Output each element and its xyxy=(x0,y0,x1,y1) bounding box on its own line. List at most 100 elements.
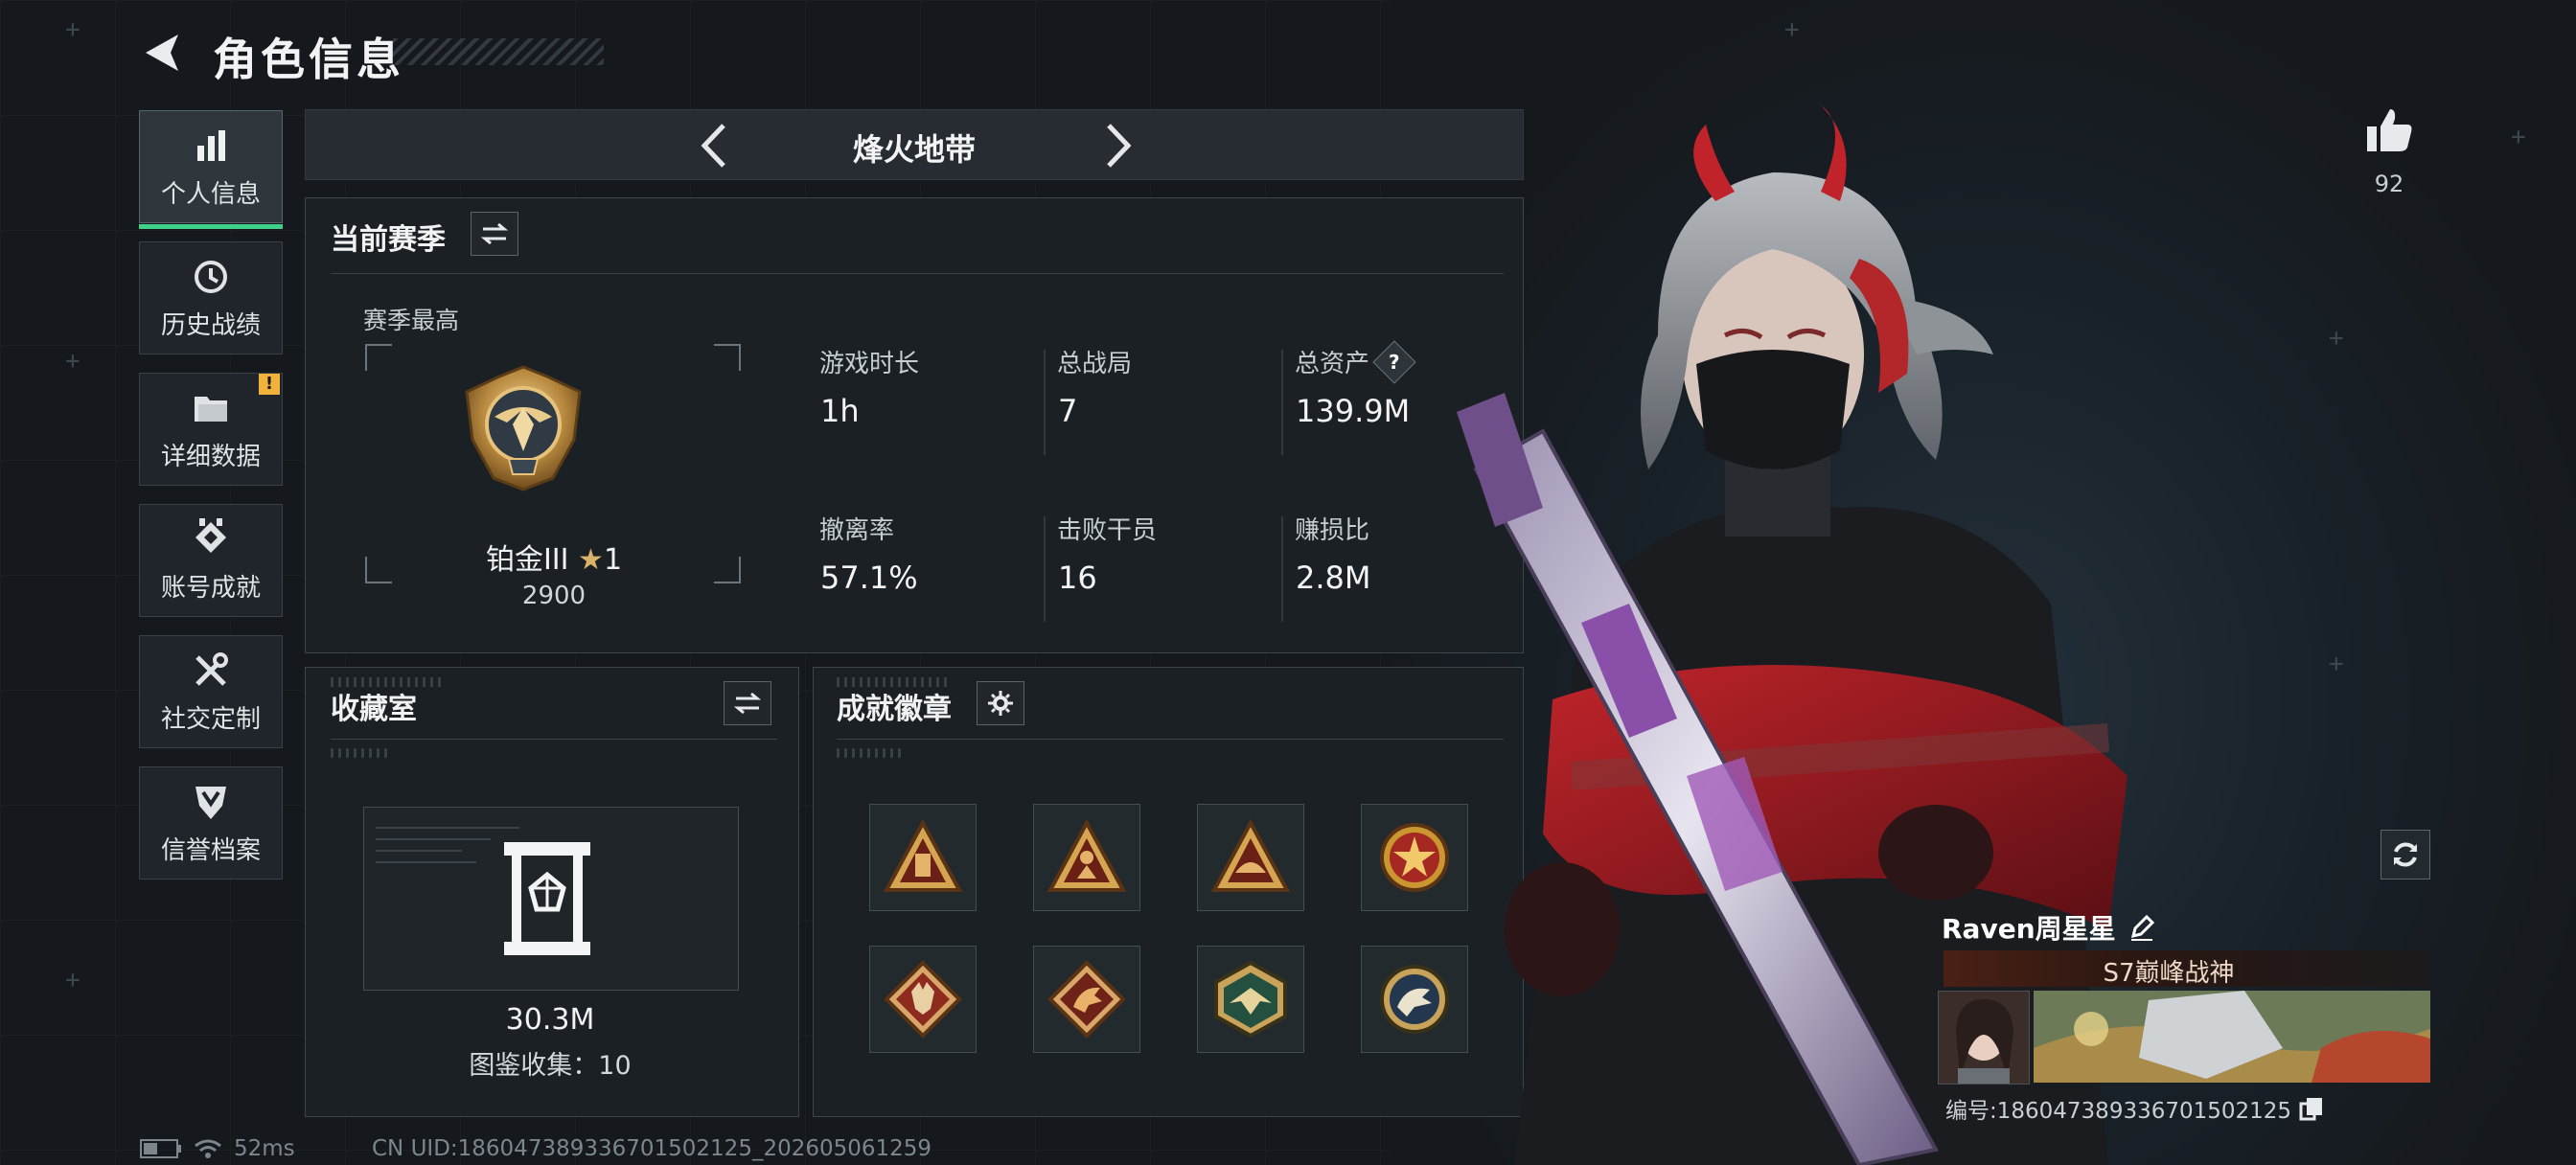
warning-badge: ! xyxy=(259,374,280,395)
badge-slot[interactable] xyxy=(1197,946,1304,1053)
mode-selector: 烽火地带 xyxy=(305,109,1524,180)
switch-collection-button[interactable] xyxy=(724,681,771,725)
cn-uid: CN UID:186047389336701502125_20260506125… xyxy=(372,1136,932,1161)
season-panel: 当前赛季 赛季最高 铂金III ★1 2900 游戏时长 1h 总战局 7 总资… xyxy=(305,197,1524,653)
player-name: Raven周星星 xyxy=(1942,913,2116,945)
badge-settings-button[interactable] xyxy=(977,681,1024,725)
sidebar-item-label: 历史战绩 xyxy=(160,310,261,340)
panel-decoration xyxy=(837,748,904,758)
switch-season-button[interactable] xyxy=(471,212,518,256)
back-arrow-icon[interactable] xyxy=(140,29,188,77)
ping-value: 52ms xyxy=(234,1136,295,1161)
grid-marker: + xyxy=(65,966,80,994)
stat-label: 撤离率 xyxy=(819,516,895,545)
badge-slot[interactable] xyxy=(1033,946,1140,1053)
refresh-button[interactable] xyxy=(2380,830,2430,879)
chevron-right-icon[interactable] xyxy=(1099,120,1138,171)
triangle-badge-icon xyxy=(1210,818,1291,892)
page-title: 角色信息 xyxy=(213,34,404,85)
grid-marker: + xyxy=(1784,15,1800,44)
refresh-icon xyxy=(2394,842,2417,867)
grid-marker: + xyxy=(2511,123,2526,151)
help-icon[interactable]: ? xyxy=(1372,339,1416,384)
player-name-row: Raven周星星 xyxy=(1942,908,2156,947)
grid-marker: + xyxy=(65,15,80,44)
stat-label: 赚损比 xyxy=(1295,516,1370,545)
star-icon: ★ xyxy=(578,543,604,577)
player-uid: 编号:1860473893367015021​25 xyxy=(1945,1099,2292,1124)
dragon-badge-icon xyxy=(1047,960,1126,1039)
badge-slot[interactable] xyxy=(869,946,977,1053)
collection-panel[interactable]: 收藏室 30.3M 图鉴收集：10 xyxy=(305,667,799,1117)
edit-pencil-icon[interactable] xyxy=(2128,913,2156,942)
stat-value: 16 xyxy=(1058,560,1097,596)
clock-icon xyxy=(195,260,227,293)
sidebar-item-label: 详细数据 xyxy=(160,442,261,471)
copy-icon[interactable] xyxy=(2299,1096,2324,1121)
wifi-icon xyxy=(195,1139,221,1158)
sidebar-item-label: 账号成就 xyxy=(160,573,261,603)
sidebar-item-label: 个人信息 xyxy=(160,179,261,209)
avatar[interactable] xyxy=(1938,991,2030,1085)
sidebar-item-label: 信誉档案 xyxy=(160,835,261,865)
sidebar: 个人信息 历史战绩 详细数据 ! 账号成就 社交定制 信誉档案 xyxy=(139,110,287,898)
triangle-badge-icon xyxy=(883,818,963,892)
swap-icon xyxy=(733,692,762,715)
collection-count: 图鉴收集：10 xyxy=(469,1051,632,1081)
collection-title: 收藏室 xyxy=(331,693,417,726)
rank-stars: 1 xyxy=(603,543,623,577)
stat-total-matches: 总战局 7 xyxy=(1044,344,1268,455)
swap-icon xyxy=(480,222,509,245)
stat-separator xyxy=(1281,516,1283,622)
stat-operators-defeated: 击败干员 16 xyxy=(1044,511,1268,622)
thumbs-up-icon[interactable] xyxy=(2363,105,2415,157)
badges-title: 成就徽章 xyxy=(837,693,952,726)
badge-slot[interactable] xyxy=(1033,804,1140,911)
badges-panel: 成就徽章 xyxy=(813,667,1524,1117)
sidebar-item-detailed-data[interactable]: 详细数据 ! xyxy=(139,373,283,486)
section-divider xyxy=(837,739,1504,740)
shield-icon xyxy=(196,786,226,819)
badge-slot[interactable] xyxy=(1197,804,1304,911)
badge-slot[interactable] xyxy=(869,804,977,911)
battery-icon xyxy=(140,1139,181,1158)
stat-label: 总战局 xyxy=(1057,350,1133,378)
stat-label: 总资产 xyxy=(1295,350,1370,378)
stat-value: 57.1% xyxy=(820,560,918,596)
medal-icon xyxy=(196,517,226,553)
section-divider xyxy=(331,273,1504,274)
season-title: 当前赛季 xyxy=(331,223,446,257)
sidebar-item-personal-info[interactable]: 个人信息 xyxy=(139,110,283,229)
display-text-lines xyxy=(376,817,519,873)
stat-play-time: 游戏时长 1h xyxy=(819,344,1030,429)
folder-icon xyxy=(195,396,227,422)
eagle-badge-icon xyxy=(1214,960,1287,1039)
rank-score: 2900 xyxy=(521,582,586,610)
rank-title: 铂金III xyxy=(485,543,569,577)
tools-icon xyxy=(196,651,228,686)
stat-label: 游戏时长 xyxy=(819,350,920,378)
player-title: S7巅峰战神 xyxy=(2103,959,2235,988)
platinum-rank-emblem xyxy=(465,365,582,491)
showcase-icon xyxy=(504,842,590,955)
sidebar-item-label: 社交定制 xyxy=(160,704,261,734)
sidebar-item-social[interactable]: 社交定制 xyxy=(139,635,283,748)
like-count: 92 xyxy=(2374,171,2404,197)
sidebar-item-reputation[interactable]: 信誉档案 xyxy=(139,766,283,879)
panel-decoration xyxy=(331,748,388,758)
grid-marker: + xyxy=(2329,324,2344,353)
grid-marker: + xyxy=(2329,650,2344,678)
section-divider xyxy=(331,739,777,740)
title-decoration xyxy=(393,38,604,65)
grid-marker: + xyxy=(65,347,80,376)
stat-value: 7 xyxy=(1058,393,1078,429)
stat-value: 1h xyxy=(820,393,860,429)
triangle-badge-icon xyxy=(1046,818,1127,892)
sidebar-item-achievements[interactable]: 账号成就 xyxy=(139,504,283,617)
sidebar-item-history[interactable]: 历史战绩 xyxy=(139,241,283,354)
wolf-badge-icon xyxy=(884,960,962,1039)
bar-chart-icon xyxy=(197,129,225,161)
gear-icon xyxy=(988,691,1013,716)
mode-title: 烽火地带 xyxy=(852,131,976,168)
rank-name: 铂金III ★1 xyxy=(306,536,802,578)
